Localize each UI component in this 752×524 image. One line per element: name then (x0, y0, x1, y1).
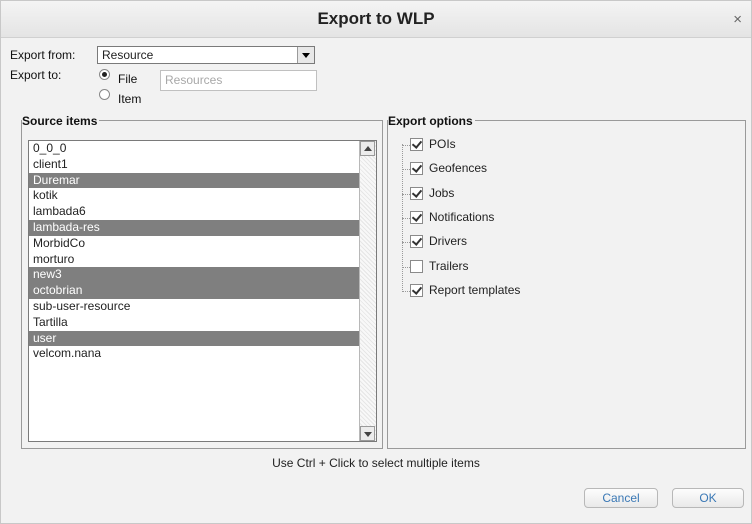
source-items-list[interactable]: 0_0_0 client1 Duremar kotik lambada6 lambada-… (28, 140, 377, 442)
list-scrollbar[interactable] (359, 141, 376, 441)
list-item[interactable]: 0_0_0 (29, 141, 359, 157)
close-icon[interactable]: × (733, 11, 742, 28)
tree-branch (402, 145, 410, 146)
list-item[interactable]: morturo (29, 252, 359, 268)
tree-branch (402, 169, 410, 171)
tree-branch (402, 193, 410, 195)
tree-branch (402, 217, 410, 219)
checkbox[interactable] (410, 186, 423, 200)
list-item[interactable]: octobrian (29, 283, 359, 299)
export-option-label: Drivers (429, 234, 467, 249)
export-from-label: Export from: (10, 48, 76, 62)
list-item[interactable]: client1 (29, 157, 359, 173)
list-item[interactable]: Duremar (29, 172, 359, 189)
radio-file[interactable] (99, 69, 110, 80)
tree-branch (402, 242, 410, 244)
export-from-value: Resource (102, 48, 154, 62)
export-option-label: POIs (429, 137, 456, 151)
tree-branch (402, 266, 410, 268)
checkbox[interactable] (410, 138, 423, 151)
export-dialog: Export to WLP × Export from: Resource Ex… (0, 0, 752, 524)
checkbox[interactable] (410, 259, 423, 273)
export-option-label: Report templates (429, 282, 521, 297)
scroll-up-icon[interactable] (360, 141, 375, 156)
multi-select-hint: Use Ctrl + Click to select multiple item… (272, 456, 480, 470)
list-item[interactable]: user (29, 330, 359, 347)
cancel-button[interactable]: Cancel (584, 488, 658, 508)
list-item[interactable]: Tartilla (29, 315, 359, 331)
export-options-group: Export options POIs Geofences Jobs Notifica… (387, 114, 746, 449)
export-to-label: Export to: (10, 68, 62, 82)
source-items-group: Source items 0_0_0 client1 Duremar kotik lam… (21, 114, 383, 449)
ok-button[interactable]: OK (672, 488, 744, 508)
checkbox[interactable] (410, 210, 423, 224)
export-option-label: Notifications (429, 209, 495, 224)
list-item[interactable]: sub-user-resource (29, 299, 359, 315)
radio-item-label: Item (118, 92, 142, 106)
file-name-input[interactable]: Resources (160, 70, 317, 91)
radio-file-label: File (118, 72, 138, 86)
export-options-legend: Export options (388, 114, 475, 128)
title-bar: Export to WLP × (1, 1, 751, 38)
export-option-label: Trailers (429, 258, 469, 273)
list-item[interactable]: lambada6 (29, 204, 359, 220)
radio-item[interactable] (99, 89, 110, 100)
list-item[interactable]: kotik (29, 188, 359, 204)
source-items-legend: Source items (22, 114, 100, 128)
list-item[interactable]: MorbidCo (29, 236, 359, 252)
export-option-label: Geofences (429, 161, 488, 176)
list-item[interactable]: new3 (29, 267, 359, 284)
list-item[interactable]: velcom.nana (29, 346, 359, 362)
checkbox[interactable] (410, 235, 423, 249)
list-item[interactable]: lambada-res (29, 219, 359, 236)
chevron-down-icon[interactable] (297, 47, 314, 63)
export-from-select[interactable]: Resource (97, 46, 315, 64)
checkbox[interactable] (410, 162, 423, 176)
checkbox[interactable] (410, 283, 423, 297)
export-option-label: Jobs (429, 185, 455, 200)
dialog-title: Export to WLP (317, 9, 435, 28)
scroll-down-icon[interactable] (360, 426, 375, 441)
tree-branch (402, 290, 410, 292)
